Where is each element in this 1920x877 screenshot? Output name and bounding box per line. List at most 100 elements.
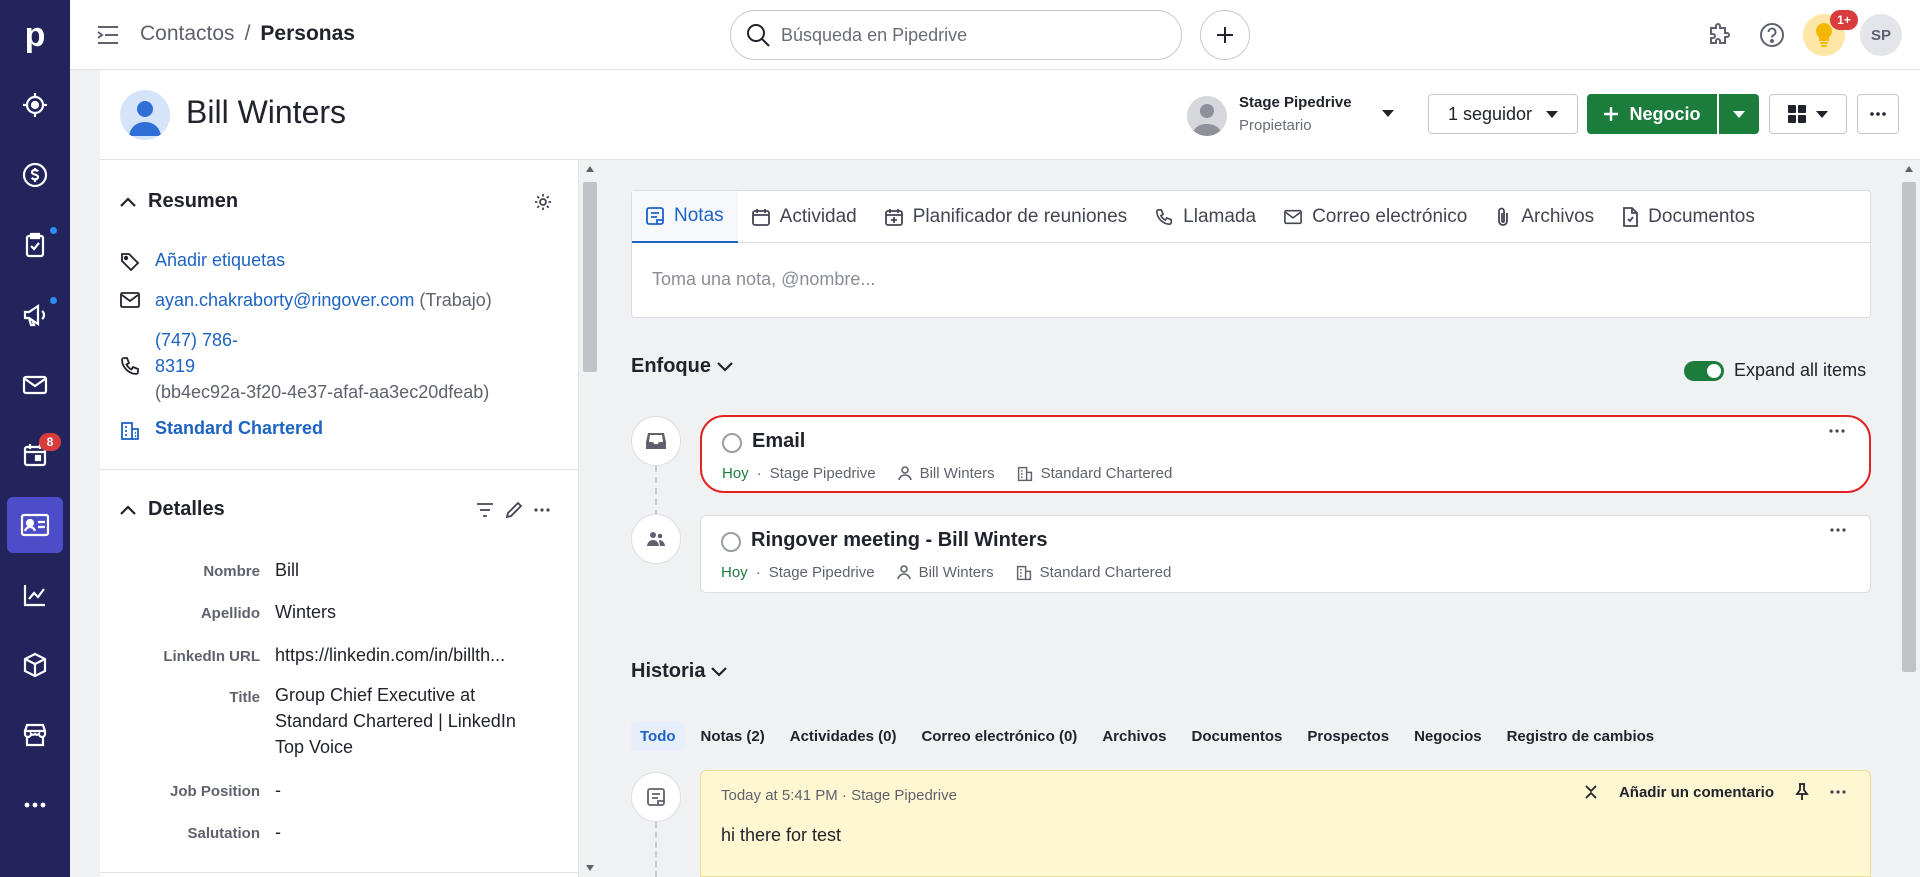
details-header[interactable]: Detalles xyxy=(120,498,225,521)
owner-avatar xyxy=(1187,96,1227,136)
history-tab-documents[interactable]: Documentos xyxy=(1183,722,1292,751)
field-label-job-position: Job Position xyxy=(170,783,260,800)
collapse-menu-button[interactable] xyxy=(96,24,120,46)
focus-item-more-button[interactable] xyxy=(1829,429,1845,433)
focus-item-meta: Hoy · Stage Pipedrive Bill Winters Stand… xyxy=(721,564,1171,581)
focus-title: Enfoque xyxy=(631,355,711,377)
pencil-icon xyxy=(505,501,523,519)
details-edit-button[interactable] xyxy=(505,501,523,519)
details-more-button[interactable] xyxy=(534,508,550,512)
nav-insights[interactable] xyxy=(7,567,63,623)
more-horizontal-icon[interactable] xyxy=(1830,790,1846,794)
nav-contacts[interactable] xyxy=(7,497,63,553)
field-value-linkedin[interactable]: https://linkedin.com/in/billth... xyxy=(275,642,545,668)
history-tab-leads[interactable]: Prospectos xyxy=(1298,722,1398,751)
history-tab-files[interactable]: Archivos xyxy=(1093,722,1175,751)
followers-button[interactable]: 1 seguidor xyxy=(1428,94,1578,134)
sidebar-scrollbar[interactable] xyxy=(580,160,600,877)
email-link[interactable]: ayan.chakraborty@ringover.com xyxy=(155,290,414,310)
caret-down-icon xyxy=(1546,111,1559,118)
quick-add-button[interactable] xyxy=(1200,10,1250,60)
phone-link-line2[interactable]: 8319 xyxy=(155,353,489,379)
complete-checkbox[interactable] xyxy=(722,433,742,453)
campaigns-dot xyxy=(50,297,57,304)
summary-settings-button[interactable] xyxy=(534,193,552,211)
tab-documents[interactable]: Documentos xyxy=(1608,191,1769,243)
owner-dropdown-button[interactable] xyxy=(1381,108,1395,118)
breadcrumb-people: Personas xyxy=(260,22,355,45)
history-tab-activities[interactable]: Actividades (0) xyxy=(781,722,906,751)
nav-leads[interactable] xyxy=(7,77,63,133)
tab-email[interactable]: Correo electrónico xyxy=(1270,191,1481,243)
details-title: Detalles xyxy=(148,498,225,520)
focus-item-more-button[interactable] xyxy=(1830,528,1846,532)
nav-mail[interactable] xyxy=(7,357,63,413)
nav-activities[interactable] xyxy=(7,217,63,273)
history-header[interactable]: Historia xyxy=(631,660,728,683)
focus-item-title[interactable]: Email xyxy=(752,430,805,453)
tab-files[interactable]: Archivos xyxy=(1481,191,1608,243)
focus-item-person[interactable]: Bill Winters xyxy=(919,564,994,581)
tab-call[interactable]: Llamada xyxy=(1141,191,1270,243)
person-outline-icon xyxy=(897,466,912,481)
focus-item-org[interactable]: Standard Chartered xyxy=(1040,564,1172,581)
add-comment-button[interactable]: Añadir un comentario xyxy=(1619,784,1774,801)
main-scrollbar[interactable] xyxy=(1898,160,1920,877)
focus-item-org[interactable]: Standard Chartered xyxy=(1041,465,1173,482)
nav-products[interactable] xyxy=(7,637,63,693)
history-tab-deals[interactable]: Negocios xyxy=(1405,722,1491,751)
extensions-button[interactable] xyxy=(1700,16,1738,54)
chevron-up-icon xyxy=(120,196,136,207)
nav-calendar[interactable]: 8 xyxy=(7,427,63,483)
organization-link[interactable]: Standard Chartered xyxy=(155,418,323,439)
person-name: Bill Winters xyxy=(186,94,347,130)
tab-notes[interactable]: Notas xyxy=(632,191,738,243)
help-button[interactable] xyxy=(1753,16,1791,54)
focus-item-email[interactable]: Email Hoy · Stage Pipedrive Bill Winters… xyxy=(700,415,1871,493)
pin-icon[interactable] xyxy=(1794,783,1810,801)
complete-checkbox[interactable] xyxy=(721,532,741,552)
phone-icon xyxy=(120,356,140,376)
field-value-salutation[interactable]: - xyxy=(275,819,545,845)
note-input[interactable]: Toma una nota, @nombre... xyxy=(652,269,875,290)
tab-scheduler[interactable]: Planificador de reuniones xyxy=(871,191,1141,243)
history-tab-email[interactable]: Correo electrónico (0) xyxy=(912,722,1086,751)
nav-more[interactable] xyxy=(7,777,63,833)
focus-item-meeting[interactable]: Ringover meeting - Bill Winters Hoy · St… xyxy=(700,515,1871,593)
focus-item-person[interactable]: Bill Winters xyxy=(920,465,995,482)
caret-down-icon xyxy=(1733,111,1745,118)
focus-item-date: Hoy xyxy=(722,465,749,482)
summary-header[interactable]: Resumen xyxy=(120,190,238,213)
breadcrumb-contacts[interactable]: Contactos xyxy=(140,22,235,46)
field-value-first-name[interactable]: Bill xyxy=(275,557,545,583)
nav-marketplace[interactable] xyxy=(7,707,63,763)
toggle-switch[interactable] xyxy=(1684,360,1724,381)
user-avatar[interactable]: SP xyxy=(1860,14,1902,56)
main-scroll-thumb[interactable] xyxy=(1902,182,1916,672)
focus-header[interactable]: Enfoque xyxy=(631,355,733,378)
history-tab-changelog[interactable]: Registro de cambios xyxy=(1498,722,1664,751)
history-tab-notes[interactable]: Notas (2) xyxy=(692,722,774,751)
add-deal-button[interactable]: Negocio xyxy=(1587,94,1717,134)
caret-down-icon xyxy=(1382,110,1394,117)
nav-deals[interactable] xyxy=(7,147,63,203)
history-tab-all[interactable]: Todo xyxy=(631,722,685,751)
search-input[interactable]: Búsqueda en Pipedrive xyxy=(730,10,1182,60)
nav-campaigns[interactable] xyxy=(7,287,63,343)
field-value-job-position[interactable]: - xyxy=(275,777,545,803)
add-deal-options-button[interactable] xyxy=(1719,94,1759,134)
focus-item-title[interactable]: Ringover meeting - Bill Winters xyxy=(751,529,1048,552)
field-value-title[interactable]: Group Chief Executive at Standard Charte… xyxy=(275,682,540,760)
expand-all-toggle[interactable]: Expand all items xyxy=(1684,360,1866,381)
field-value-last-name[interactable]: Winters xyxy=(275,599,545,625)
tab-activity[interactable]: Actividad xyxy=(738,191,871,243)
details-filter-button[interactable] xyxy=(476,502,494,518)
layout-view-button[interactable] xyxy=(1769,94,1847,134)
pipedrive-logo[interactable]: p xyxy=(0,0,70,70)
phone-link-line1[interactable]: (747) 786- xyxy=(155,327,489,353)
sidebar-scroll-thumb[interactable] xyxy=(583,182,597,372)
add-tags-link[interactable]: Añadir etiquetas xyxy=(155,250,285,271)
note-composer: Notas Actividad Planificador de reunione… xyxy=(631,190,1871,318)
more-actions-button[interactable] xyxy=(1857,94,1899,134)
collapse-icon[interactable] xyxy=(1583,784,1599,800)
